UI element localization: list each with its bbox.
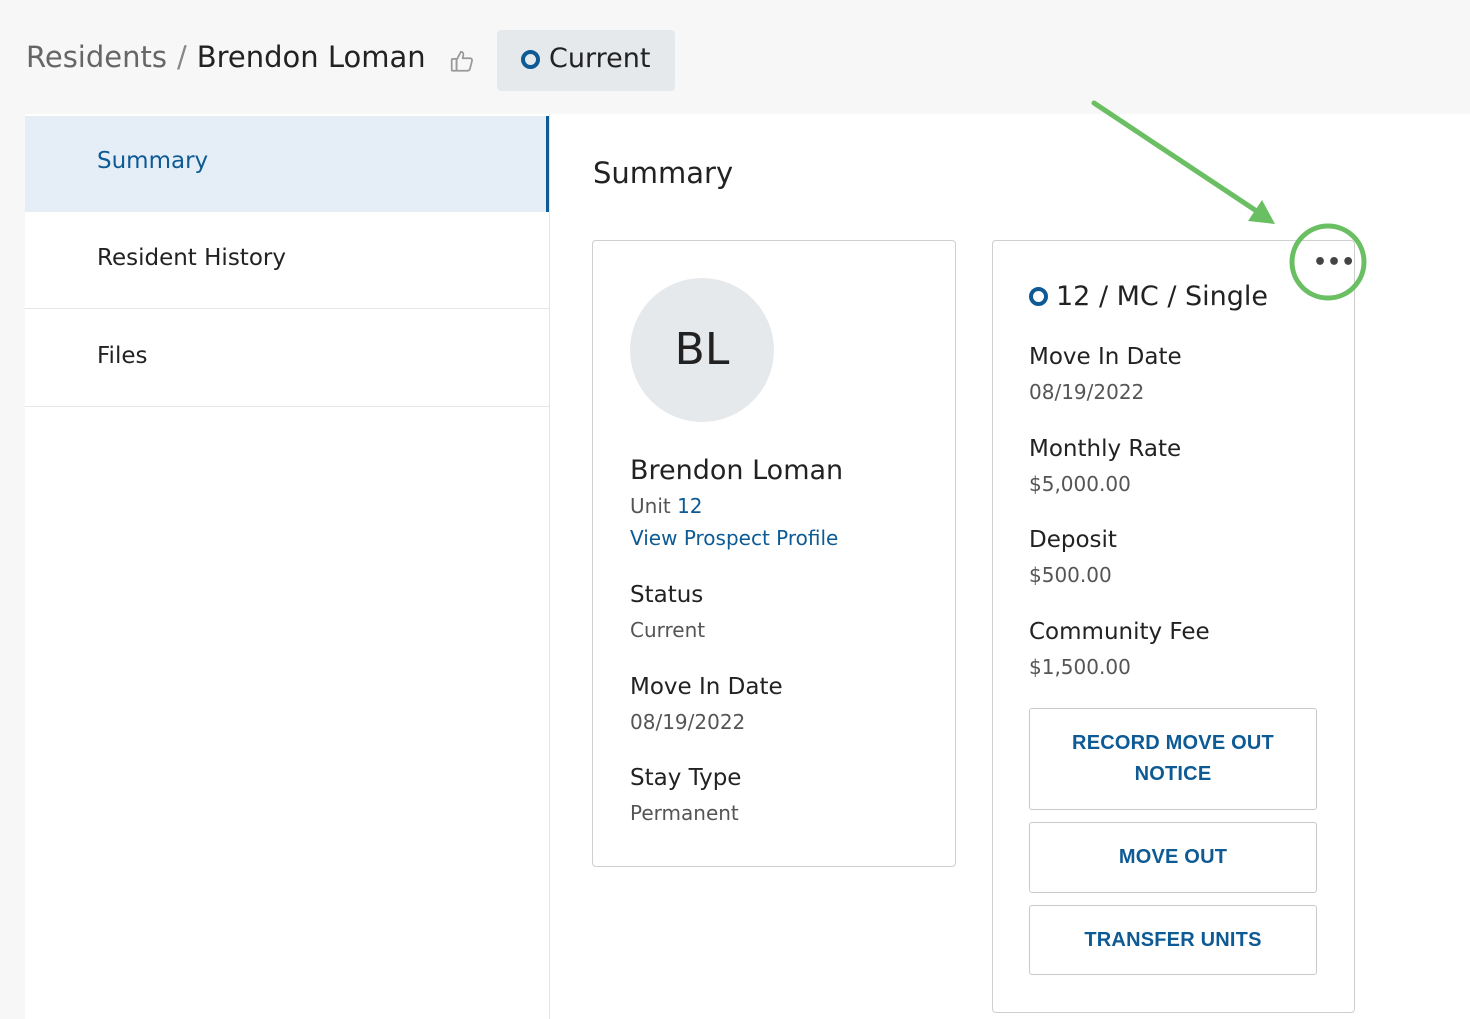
- status-badge-label: Current: [549, 43, 651, 74]
- status-value: Current: [630, 618, 706, 642]
- breadcrumb-separator: /: [176, 40, 187, 74]
- button-label-line2: NOTICE: [1134, 763, 1212, 785]
- transfer-units-button[interactable]: TRANSFER UNITS: [1029, 905, 1317, 975]
- avatar: BL: [630, 278, 774, 422]
- sidebar-nav: Summary Resident History Files: [25, 114, 550, 1019]
- monthly-rate-value: $5,000.00: [1029, 472, 1131, 496]
- community-fee-label: Community Fee: [1029, 619, 1210, 645]
- page-title: Summary: [593, 156, 734, 190]
- sidebar-item-files[interactable]: Files: [25, 311, 549, 407]
- stay-type-label: Stay Type: [630, 765, 742, 791]
- deposit-value: $500.00: [1029, 563, 1112, 587]
- page-header: Residents / Brendon Loman Current: [0, 0, 1470, 114]
- community-fee-value: $1,500.00: [1029, 655, 1131, 679]
- breadcrumb-current: Brendon Loman: [196, 40, 426, 74]
- stay-type-value: Permanent: [630, 801, 739, 825]
- unit-prefix: Unit: [630, 494, 671, 518]
- status-label: Status: [630, 582, 704, 608]
- sidebar-item-resident-history[interactable]: Resident History: [25, 213, 549, 309]
- breadcrumb: Residents / Brendon Loman: [26, 40, 426, 74]
- unit-info: Unit 12: [630, 494, 703, 518]
- monthly-rate-label: Monthly Rate: [1029, 436, 1182, 462]
- view-prospect-profile-link[interactable]: View Prospect Profile: [630, 526, 838, 550]
- record-move-out-notice-button[interactable]: RECORD MOVE OUT NOTICE: [1029, 708, 1317, 810]
- unit-title-text: 12 / MC / Single: [1056, 281, 1269, 312]
- resident-profile-card: BL Brendon Loman Unit 12 View Prospect P…: [592, 240, 956, 867]
- resident-status-badge: Current: [497, 30, 675, 91]
- sidebar-item-label: Summary: [97, 148, 209, 174]
- breadcrumb-residents-link[interactable]: Residents: [26, 40, 167, 74]
- move-out-button[interactable]: MOVE OUT: [1029, 822, 1317, 893]
- unit-number-link[interactable]: 12: [677, 494, 702, 518]
- status-ring-icon: [521, 50, 540, 69]
- move-in-date-value: 08/19/2022: [1029, 380, 1145, 404]
- unit-title: 12 / MC / Single: [1029, 281, 1268, 312]
- sidebar-item-summary[interactable]: Summary: [25, 116, 549, 212]
- button-label-line1: RECORD MOVE OUT: [1072, 732, 1274, 754]
- move-in-date-label: Move In Date: [1029, 344, 1182, 370]
- thumbs-up-icon[interactable]: [449, 48, 475, 74]
- unit-summary-card: ••• 12 / MC / Single Move In Date 08/19/…: [992, 240, 1355, 1013]
- sidebar-item-label: Files: [97, 343, 148, 369]
- main-content: Summary BL Brendon Loman Unit 12 View Pr…: [550, 114, 1470, 1019]
- move-in-date-label: Move In Date: [630, 674, 783, 700]
- status-ring-icon: [1029, 287, 1048, 306]
- sidebar-item-label: Resident History: [97, 245, 286, 271]
- more-horizontal-icon[interactable]: •••: [1313, 251, 1355, 281]
- move-in-date-value: 08/19/2022: [630, 710, 746, 734]
- deposit-label: Deposit: [1029, 527, 1117, 553]
- resident-name: Brendon Loman: [630, 455, 844, 486]
